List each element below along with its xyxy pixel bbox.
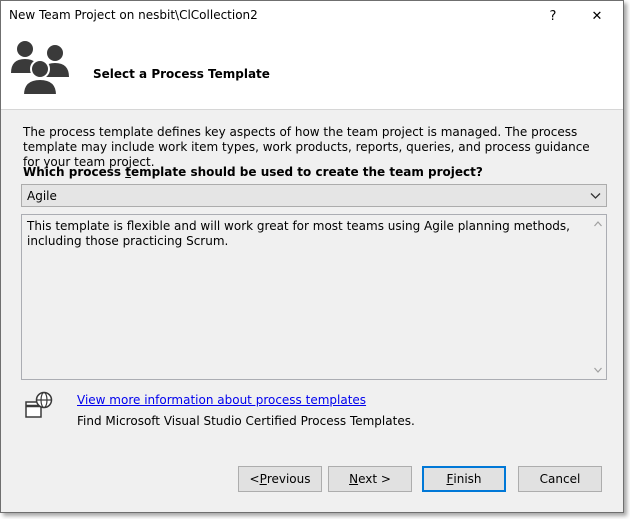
find-certified-templates-text: Find Microsoft Visual Studio Certified P… [77,414,415,428]
help-button[interactable]: ? [531,1,575,31]
template-question-label: Which process template should be used to… [23,165,483,179]
new-team-project-dialog: New Team Project on nesbit\ClCollection2… [0,0,624,513]
globe-window-icon [25,391,53,418]
cancel-button[interactable]: Cancel [518,466,602,492]
previous-button[interactable]: < Previous [238,466,322,492]
team-project-icon [11,41,69,96]
template-description-text: This template is flexible and will work … [27,219,570,248]
template-explanation: The process template defines key aspects… [23,125,590,169]
selected-template: Agile [27,189,57,203]
process-templates-info-link[interactable]: View more information about process temp… [77,393,366,407]
process-template-select[interactable]: Agile [21,184,607,207]
title-bar: New Team Project on nesbit\ClCollection2… [1,1,623,31]
template-description-box[interactable]: This template is flexible and will work … [21,214,607,380]
scroll-up-icon[interactable] [594,221,602,227]
chevron-down-icon [590,193,601,199]
page-title: Select a Process Template [93,67,270,81]
next-button[interactable]: Next > [328,466,412,492]
close-button[interactable]: ✕ [575,1,619,31]
finish-button[interactable]: Finish [422,466,506,492]
vertical-scrollbar[interactable] [590,215,606,379]
wizard-header: Select a Process Template [1,31,623,110]
scroll-down-icon[interactable] [594,367,602,373]
window-title: New Team Project on nesbit\ClCollection2 [9,8,258,22]
